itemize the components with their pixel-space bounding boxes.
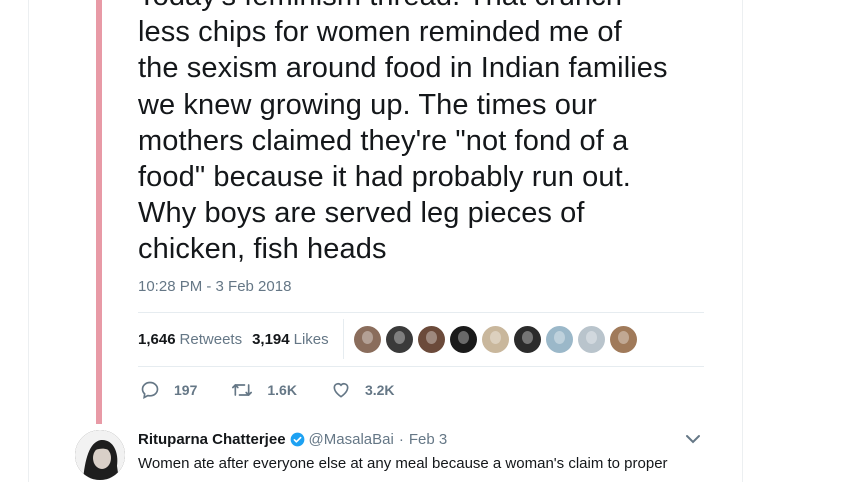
retweet-action[interactable]: 1.6K — [231, 380, 297, 400]
liker-avatars — [353, 325, 637, 353]
avatar-face — [361, 330, 373, 344]
liker-avatar[interactable] — [353, 325, 381, 353]
retweets-label: Retweets — [179, 330, 243, 348]
verified-badge-icon — [290, 432, 304, 447]
tweet-stats: 1,646 Retweets 3,194 Likes — [138, 319, 704, 359]
like-count: 3.2K — [364, 382, 395, 398]
avatar-face — [553, 330, 565, 344]
tweet-text: Today's feminism thread. That crunch les… — [138, 0, 668, 266]
card-left-border — [28, 0, 29, 482]
avatar-face — [617, 330, 629, 344]
divider-bottom — [138, 366, 704, 367]
avatar-face — [457, 330, 469, 344]
card-right-border — [742, 0, 743, 482]
likes-label: Likes — [293, 330, 329, 348]
liker-avatar[interactable] — [417, 325, 445, 353]
liker-avatar[interactable] — [545, 325, 573, 353]
reply-date[interactable]: Feb 3 — [409, 431, 447, 448]
likes-stat[interactable]: 3,194 Likes — [252, 331, 329, 348]
chevron-down-icon[interactable] — [684, 432, 702, 446]
reply-header-separator: · — [398, 431, 404, 448]
reply-header: Rituparna Chatterjee @MasalaBai · Feb 3 — [138, 431, 447, 448]
retweet-count: 1.6K — [267, 382, 297, 398]
liker-avatar[interactable] — [577, 325, 605, 353]
avatar-face — [425, 330, 437, 344]
likes-count: 3,194 — [252, 330, 290, 348]
retweets-count: 1,646 — [138, 330, 176, 348]
reply-action[interactable]: 197 — [140, 380, 197, 400]
retweets-stat[interactable]: 1,646 Retweets — [138, 331, 242, 348]
avatar-face — [521, 330, 533, 344]
reply-author-name[interactable]: Rituparna Chatterjee — [138, 431, 286, 448]
liker-avatar[interactable] — [385, 325, 413, 353]
tweet-timestamp[interactable]: 10:28 PM - 3 Feb 2018 — [138, 278, 291, 295]
like-action[interactable]: 3.2K — [331, 380, 395, 400]
avatar-face — [489, 330, 501, 344]
tweet-actions: 197 1.6K 3.2K — [140, 380, 429, 400]
heart-icon — [333, 382, 349, 398]
stats-separator — [342, 319, 344, 359]
retweet-icon — [232, 384, 253, 396]
reply-icon — [141, 381, 159, 400]
avatar-portrait — [75, 430, 125, 480]
reply-count: 197 — [174, 382, 198, 398]
liker-avatar[interactable] — [609, 325, 637, 353]
liker-avatar[interactable] — [513, 325, 541, 353]
reply-author-handle[interactable]: @MasalaBai — [309, 431, 394, 448]
reply-author-avatar[interactable] — [75, 430, 125, 480]
thread-connector-line — [96, 0, 102, 424]
divider-top — [138, 312, 704, 313]
liker-avatar[interactable] — [481, 325, 509, 353]
avatar-face — [393, 330, 405, 344]
liker-avatar[interactable] — [449, 325, 477, 353]
avatar-face — [585, 330, 597, 344]
reply-text: Women ate after everyone else at any mea… — [138, 455, 668, 472]
